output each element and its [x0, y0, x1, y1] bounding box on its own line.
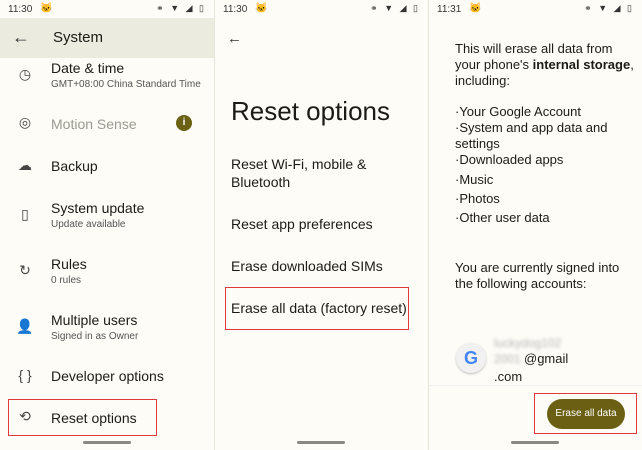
clock-icon: ◷ [18, 66, 32, 82]
status-time: 11:30 [8, 4, 33, 15]
rules-icon: ↻ [19, 262, 31, 278]
settings-item-sub: GMT+08:00 China Standard Time [51, 79, 201, 90]
signed-in-accounts-text: You are currently signed into the follow… [455, 260, 620, 291]
status-icons: ⚭ ▼ ◢ ▯ [370, 3, 420, 13]
settings-item-label: Developer options [51, 368, 164, 384]
highlight-box [8, 399, 157, 436]
app-bar: ← System [0, 18, 214, 58]
account-name-blurred: 2001 [494, 352, 521, 366]
gesture-nav-bar[interactable] [297, 441, 345, 444]
page-title: System [53, 29, 104, 46]
list-item: ·Music [455, 172, 494, 187]
settings-item-label: Date & time [51, 60, 125, 76]
cloud-upload-icon: ☁ [18, 157, 32, 173]
settings-item-label: Multiple users [51, 312, 138, 328]
list-item: ·Other user data [455, 210, 550, 225]
settings-item-sub: Update available [51, 219, 126, 230]
list-item: ·Downloaded apps [455, 152, 564, 167]
status-time: 11:31 [437, 4, 462, 15]
system-settings-panel: 11:30 🐱 ⚭ ▼ ◢ ▯ ← System ◷ Date & time G… [0, 0, 214, 450]
reset-app-preferences[interactable]: Reset app preferences [231, 215, 416, 233]
highlight-box [225, 287, 409, 330]
status-bar: 11:30 🐱 ⚭ ▼ ◢ ▯ [215, 0, 428, 18]
settings-item-system-update[interactable]: ▯ System update Update available [0, 196, 214, 236]
status-icons: ⚭ ▼ ◢ ▯ [156, 3, 206, 13]
phone-update-icon: ▯ [21, 206, 29, 222]
google-logo-icon: G [456, 343, 486, 373]
account-tld: .com [494, 369, 523, 384]
settings-item-date-time[interactable]: ◷ Date & time GMT+08:00 China Standard T… [0, 58, 214, 100]
account-name-blurred: luckydog102 [494, 336, 562, 350]
cat-notification-icon: 🐱 [40, 3, 53, 14]
highlight-box [534, 393, 637, 434]
reset-wifi-mobile-bluetooth[interactable]: Reset Wi-Fi, mobile & Bluetooth [231, 155, 416, 191]
settings-item-label: System update [51, 200, 145, 216]
account-domain: @gmail [524, 351, 569, 366]
list-item: ·System and app data and settings [455, 120, 608, 151]
braces-icon: { } [18, 367, 32, 383]
settings-item-sub: Signed in as Owner [51, 331, 139, 342]
back-arrow-icon[interactable]: ← [227, 30, 242, 47]
status-bar: 11:31 🐱 ⚭ ▼ ◢ ▯ [429, 0, 642, 18]
status-icons: ⚭ ▼ ◢ ▯ [584, 3, 634, 13]
back-arrow-icon[interactable]: ← [12, 27, 30, 48]
settings-item-rules[interactable]: ↻ Rules 0 rules [0, 252, 214, 292]
list-item: ·Photos [455, 191, 500, 206]
motion-sense-icon: ◎ [18, 114, 32, 130]
erase-all-data-panel: 11:31 🐱 ⚭ ▼ ◢ ▯ This will erase all data… [429, 0, 642, 450]
erase-downloaded-sims[interactable]: Erase downloaded SIMs [231, 257, 416, 275]
settings-item-label: Motion Sense [51, 116, 137, 132]
erase-intro-text: This will erase all data from your phone… [455, 41, 634, 88]
settings-item-sub: 0 rules [51, 275, 82, 286]
cat-notification-icon: 🐱 [469, 3, 482, 14]
page-title: Reset options [231, 96, 390, 126]
status-bar: 11:30 🐱 ⚭ ▼ ◢ ▯ [0, 0, 214, 18]
reset-options-panel: 11:30 🐱 ⚭ ▼ ◢ ▯ ← Reset options Reset Wi… [215, 0, 428, 450]
settings-item-label: Rules [51, 256, 87, 272]
settings-item-label: Backup [51, 158, 98, 174]
person-icon: 👤 [16, 318, 34, 334]
status-time: 11:30 [223, 4, 248, 15]
info-icon[interactable]: i [176, 115, 192, 131]
settings-item-backup[interactable]: ☁ Backup [0, 150, 214, 180]
erase-items-list: ·Your Google Account ·System and app dat… [455, 104, 630, 226]
settings-item-developer-options[interactable]: { } Developer options [0, 360, 214, 390]
gesture-nav-bar[interactable] [83, 441, 131, 444]
cat-notification-icon: 🐱 [255, 3, 268, 14]
settings-item-multiple-users[interactable]: 👤 Multiple users Signed in as Owner [0, 308, 214, 348]
list-item: ·Your Google Account [455, 104, 581, 119]
gesture-nav-bar[interactable] [511, 441, 559, 444]
